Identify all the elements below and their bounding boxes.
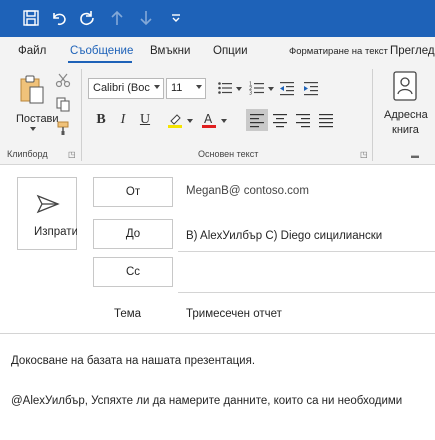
tab-message[interactable]: Съобщение <box>70 45 133 57</box>
customize-quick-access-icon[interactable] <box>167 9 185 27</box>
to-field[interactable]: B) AlexУилбър C) Diego сицилиански <box>186 230 382 242</box>
clipboard-icon <box>18 75 44 105</box>
font-color-icon[interactable]: A <box>198 109 220 131</box>
bullets-icon[interactable] <box>214 77 236 99</box>
justify-icon[interactable] <box>315 109 337 131</box>
body-line: Докосване на базата на нашата презентаци… <box>11 355 256 367</box>
underline-button[interactable]: U <box>134 109 156 131</box>
ribbon-tabs: Файл Съобщение Вмъкни Опции Форматиране … <box>0 37 435 65</box>
tab-insert[interactable]: Вмъкни <box>150 45 190 57</box>
clipboard-launcher-icon[interactable]: ◳ <box>68 151 76 159</box>
font-name-value: Calibri (Boc <box>93 82 150 94</box>
font-size-value: 11 <box>171 82 183 94</box>
address-book-label-line2: книга <box>392 124 419 136</box>
paste-dropdown-icon <box>30 127 36 131</box>
bold-button[interactable]: B <box>90 109 112 131</box>
message-body[interactable]: Докосване на базата на нашата презентаци… <box>0 334 435 440</box>
group-divider <box>81 69 82 161</box>
numbering-icon[interactable]: 123 <box>246 77 268 99</box>
increase-indent-icon[interactable] <box>300 77 322 99</box>
cc-field[interactable] <box>178 262 435 288</box>
address-book-label-line1: Адресна <box>384 109 428 121</box>
italic-button[interactable]: I <box>112 109 134 131</box>
active-tab-indicator <box>68 61 132 63</box>
to-field-underline <box>178 251 435 252</box>
redo-icon[interactable] <box>78 9 96 27</box>
chevron-down-icon <box>196 85 202 89</box>
cc-button[interactable]: Cc <box>93 257 173 287</box>
title-bar <box>0 0 435 37</box>
subject-field[interactable]: Тримесечен отчет <box>186 308 282 320</box>
align-center-icon[interactable] <box>269 109 291 131</box>
save-icon[interactable] <box>22 9 40 27</box>
highlight-icon[interactable] <box>164 109 186 131</box>
address-book-button[interactable]: Адресна книга <box>378 69 432 141</box>
paste-button[interactable]: Постави <box>12 71 59 131</box>
format-painter-icon[interactable] <box>52 117 74 139</box>
basic-text-group-label: Основен текст <box>198 149 259 159</box>
bullets-dropdown-icon[interactable] <box>236 87 242 91</box>
subject-label: Тема <box>114 308 142 320</box>
to-button[interactable]: До <box>93 219 173 249</box>
undo-icon[interactable] <box>50 9 68 27</box>
basic-text-launcher-icon[interactable]: ◳ <box>360 151 368 159</box>
tab-file[interactable]: Файл <box>18 45 46 57</box>
ribbon: Постави Клипборд ◳ Calibri (Boc 11 123 B… <box>0 65 435 165</box>
arrow-down-icon[interactable] <box>137 9 155 27</box>
align-right-icon[interactable] <box>292 109 314 131</box>
font-name-select[interactable]: Calibri (Boc <box>88 78 164 99</box>
send-label: Изпрати <box>34 226 77 238</box>
from-button[interactable]: От <box>93 177 173 207</box>
send-button[interactable]: Изпрати <box>17 177 77 250</box>
address-book-icon <box>392 71 418 101</box>
chevron-down-icon <box>154 85 160 89</box>
group-divider <box>372 69 373 161</box>
arrow-up-icon[interactable] <box>108 9 126 27</box>
send-icon <box>36 192 60 216</box>
more-commands-icon[interactable]: ▬ <box>411 151 419 160</box>
tab-format-text[interactable]: Форматиране на текст <box>289 46 388 57</box>
svg-text:3: 3 <box>249 91 252 97</box>
numbering-dropdown-icon[interactable] <box>268 87 274 91</box>
font-size-select[interactable]: 11 <box>166 78 206 99</box>
body-line-mention: @AlexУилбър, Успяхте ли да намерите данн… <box>11 395 403 407</box>
align-left-icon[interactable] <box>246 109 268 131</box>
tab-options[interactable]: Опции <box>213 45 248 57</box>
cc-field-underline <box>178 292 435 293</box>
decrease-indent-icon[interactable] <box>276 77 298 99</box>
from-value[interactable]: MeganB@ contoso.com <box>186 185 309 197</box>
copy-icon[interactable] <box>52 93 74 115</box>
svg-text:A: A <box>204 112 213 126</box>
cut-icon[interactable] <box>52 69 74 91</box>
tab-review[interactable]: Преглед <box>390 45 435 57</box>
font-color-dropdown-icon[interactable] <box>221 119 227 123</box>
highlight-dropdown-icon[interactable] <box>187 119 193 123</box>
clipboard-group-label: Клипборд <box>7 149 48 159</box>
